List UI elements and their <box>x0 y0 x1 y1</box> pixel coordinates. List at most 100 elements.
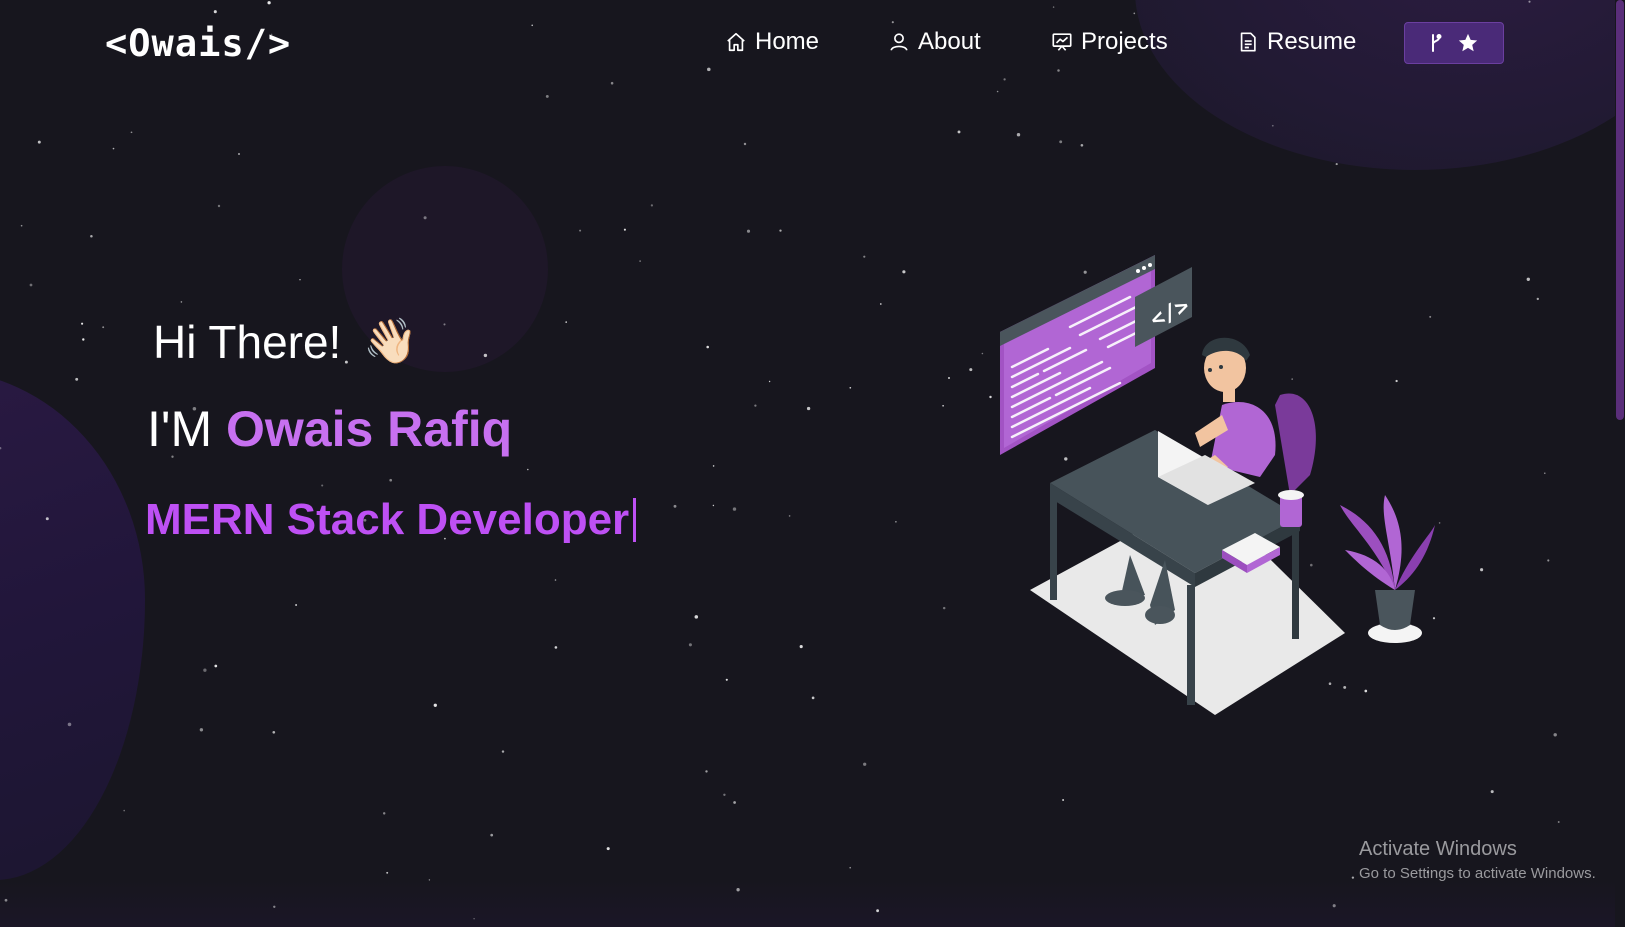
presentation-icon <box>1052 33 1072 51</box>
star <box>712 465 715 467</box>
star <box>102 326 105 329</box>
star <box>957 130 961 134</box>
star <box>754 404 757 407</box>
star <box>1335 163 1338 166</box>
star <box>746 229 751 233</box>
star <box>382 812 386 815</box>
greeting-text: Hi There! <box>153 316 342 368</box>
github-fork-star-button[interactable] <box>1404 22 1504 64</box>
star <box>688 643 692 647</box>
star <box>428 879 431 881</box>
star <box>37 140 41 144</box>
star <box>1080 143 1084 147</box>
document-icon <box>1240 32 1256 52</box>
star <box>273 905 276 908</box>
star <box>130 131 133 134</box>
star <box>213 10 217 14</box>
star <box>610 81 614 85</box>
star <box>554 646 558 649</box>
star <box>947 376 951 380</box>
star <box>1016 133 1021 137</box>
hero-intro: I'M Owais Rafiq <box>147 400 512 458</box>
star <box>707 67 711 72</box>
star <box>650 204 654 207</box>
star <box>423 216 427 220</box>
star-icon <box>1458 33 1478 52</box>
star <box>942 405 944 407</box>
typing-cursor <box>633 498 637 542</box>
star <box>895 520 897 523</box>
star <box>623 228 626 231</box>
star <box>799 645 803 649</box>
star <box>217 204 221 208</box>
star <box>295 604 298 606</box>
star <box>639 260 641 262</box>
star <box>733 801 736 804</box>
star <box>996 90 999 93</box>
star <box>389 478 393 482</box>
star <box>299 278 301 281</box>
star <box>1003 78 1006 81</box>
star <box>1553 733 1557 737</box>
user-icon <box>890 33 908 51</box>
star <box>1332 904 1336 908</box>
star <box>768 380 771 383</box>
star <box>272 730 276 734</box>
star <box>1057 69 1060 72</box>
nav-home[interactable]: Home <box>725 22 819 62</box>
nav-projects-label: Projects <box>1081 28 1168 55</box>
nav-projects[interactable]: Projects <box>1051 22 1168 62</box>
star <box>723 793 726 796</box>
role-text: MERN Stack Developer <box>145 495 630 544</box>
star <box>554 579 557 581</box>
nav-home-label: Home <box>755 28 820 55</box>
star <box>705 770 708 773</box>
star <box>743 142 747 146</box>
star <box>806 406 811 411</box>
developer-illustration: </> <box>1000 255 1435 715</box>
star <box>473 917 475 920</box>
star <box>545 94 549 98</box>
star <box>565 321 567 323</box>
star <box>203 668 207 672</box>
star <box>1480 568 1484 572</box>
star <box>501 750 505 753</box>
star <box>725 678 728 681</box>
star <box>527 468 529 471</box>
star <box>1547 559 1550 562</box>
star <box>238 153 240 155</box>
star <box>942 606 946 610</box>
star <box>1536 297 1539 301</box>
scrollbar-thumb[interactable] <box>1616 0 1624 420</box>
star <box>849 386 852 389</box>
star <box>863 255 866 258</box>
star <box>180 301 183 303</box>
star <box>788 515 791 517</box>
star <box>732 507 737 511</box>
star <box>849 866 851 869</box>
star <box>199 728 204 732</box>
home-icon <box>727 32 745 52</box>
star <box>712 504 715 507</box>
typewriter-role: MERN Stack Developer <box>145 495 637 545</box>
star <box>321 484 324 487</box>
star <box>694 615 699 619</box>
star <box>67 722 72 727</box>
star <box>123 809 125 812</box>
star <box>82 338 85 341</box>
site-logo[interactable]: <Owais/> <box>105 22 291 65</box>
nav-about-label: About <box>918 28 981 55</box>
star <box>779 229 782 232</box>
hero-greeting: Hi There! 👋🏻 <box>153 315 418 369</box>
nav-about[interactable]: About <box>888 22 981 62</box>
nav-resume[interactable]: Resume <box>1237 22 1356 62</box>
star <box>1052 6 1055 8</box>
git-fork-icon <box>1432 34 1442 52</box>
star <box>1271 124 1274 127</box>
star <box>386 871 389 874</box>
star <box>863 762 867 766</box>
star <box>443 323 446 326</box>
star <box>673 504 677 508</box>
star <box>90 234 93 238</box>
star <box>483 353 488 358</box>
